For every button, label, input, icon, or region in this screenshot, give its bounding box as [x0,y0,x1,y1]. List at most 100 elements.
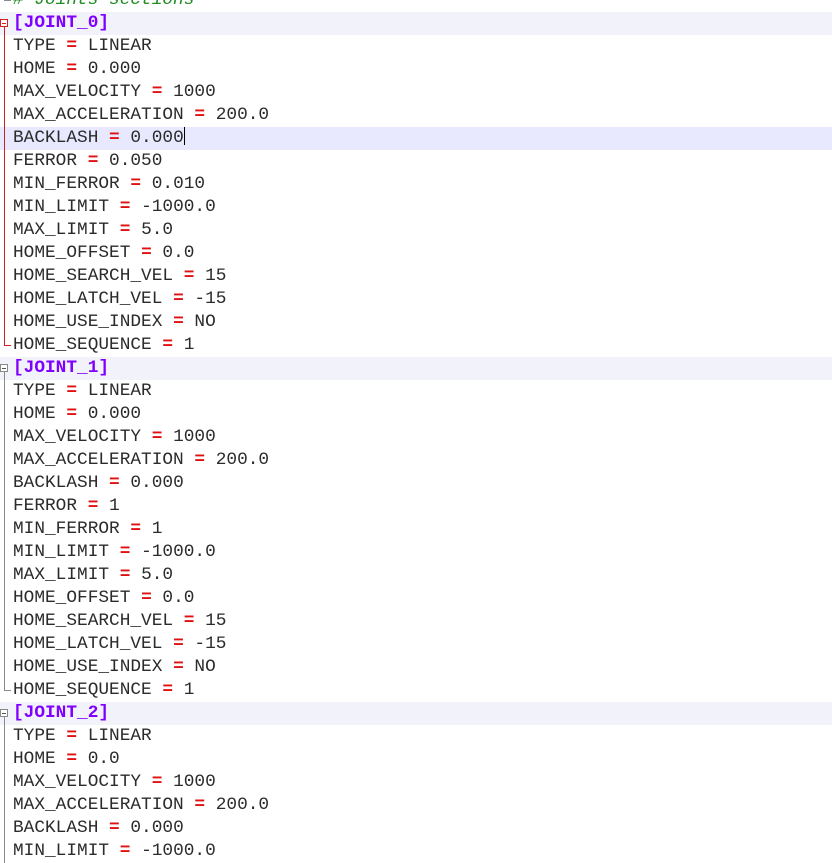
key-value-line[interactable]: HOME_SEQUENCE = 1 [0,679,832,702]
equals-operator: = [66,404,78,424]
key-value-line[interactable]: TYPE = LINEAR [0,725,832,748]
fold-toggle-icon[interactable] [0,702,12,725]
key-value-line[interactable]: MAX_VELOCITY = 1000 [0,771,832,794]
key-value-line[interactable]: MAX_VELOCITY = 1000 [0,81,832,104]
setting-value: 0.000 [87,404,142,424]
key-value-line[interactable]: MAX_LIMIT = 5.0 [0,219,832,242]
setting-key: HOME_SEARCH_VEL [13,266,174,286]
key-value-line[interactable]: MIN_LIMIT = -1000.0 [0,541,832,564]
key-value-line[interactable]: HOME_SEARCH_VEL = 15 [0,265,832,288]
key-value-line[interactable]: FERROR = 1 [0,495,832,518]
equals-operator: = [173,634,184,654]
key-value-line[interactable]: HOME_OFFSET = 0.0 [0,242,832,265]
equals-operator: = [162,680,174,700]
key-value-line[interactable]: HOME_SEARCH_VEL = 15 [0,610,832,633]
fold-toggle-icon[interactable] [0,12,12,35]
fold-guide [0,679,12,702]
setting-key: TYPE [13,726,56,746]
fold-toggle-icon[interactable] [0,357,12,380]
setting-key: HOME [13,59,56,79]
section-header: [JOINT_1] [13,358,110,378]
fold-guide [0,633,12,656]
fold-guide [0,587,12,610]
key-value-line[interactable]: HOME_USE_INDEX = NO [0,656,832,679]
setting-key: MAX_VELOCITY [13,772,142,792]
setting-key: MAX_ACCELERATION [13,105,184,125]
section-header-line[interactable]: [JOINT_2] [0,702,832,725]
setting-value: 1000 [173,772,216,792]
key-value-line[interactable]: HOME = 0.000 [0,403,832,426]
equals-operator: = [173,657,184,677]
setting-value: 15 [205,266,227,286]
setting-value: -1000.0 [141,197,216,217]
key-value-line[interactable]: MAX_VELOCITY = 1000 [0,426,832,449]
setting-key: HOME_SEQUENCE [13,680,152,700]
key-value-line[interactable]: MIN_FERROR = 0.010 [0,173,832,196]
key-value-line[interactable]: BACKLASH = 0.000 [0,817,832,840]
key-value-line[interactable]: MIN_LIMIT = -1000.0 [0,840,832,863]
setting-key: MAX_ACCELERATION [13,450,184,470]
fold-guide [0,771,12,794]
equals-operator: = [109,473,120,493]
key-value-line[interactable]: MAX_ACCELERATION = 200.0 [0,104,832,127]
key-value-line[interactable]: HOME_SEQUENCE = 1 [0,334,832,357]
key-value-line[interactable]: FERROR = 0.050 [0,150,832,173]
key-value-line[interactable]: HOME = 0.000 [0,58,832,81]
setting-value: LINEAR [87,726,152,746]
equals-operator: = [130,174,142,194]
fold-guide [0,219,12,242]
key-value-line[interactable]: MIN_FERROR = 1 [0,518,832,541]
setting-value: 1000 [173,82,216,102]
fold-guide [0,725,12,748]
setting-value: 0.000 [130,128,184,148]
key-value-line[interactable]: HOME_OFFSET = 0.0 [0,587,832,610]
key-value-line[interactable]: MAX_ACCELERATION = 200.0 [0,794,832,817]
section-header-line[interactable]: [JOINT_0] [0,12,832,35]
setting-key: MAX_ACCELERATION [13,795,184,815]
comment-line[interactable]: # Joints sections ------------- [0,0,832,12]
section-header: [JOINT_2] [13,703,110,723]
setting-value: 200.0 [215,105,270,125]
fold-guide [0,58,12,81]
setting-key: HOME_LATCH_VEL [13,634,163,654]
key-value-line[interactable]: BACKLASH = 0.000 [0,472,832,495]
key-value-line[interactable]: MAX_ACCELERATION = 200.0 [0,449,832,472]
equals-operator: = [141,588,152,608]
setting-value: LINEAR [87,36,152,56]
equals-operator: = [109,128,120,148]
setting-key: MIN_LIMIT [13,841,110,861]
setting-value: 5.0 [141,220,174,240]
setting-value: 0.000 [87,59,142,79]
setting-key: BACKLASH [13,818,99,838]
fold-guide [0,748,12,771]
equals-operator: = [119,197,131,217]
equals-operator: = [130,519,142,539]
key-value-line[interactable]: HOME = 0.0 [0,748,832,771]
key-value-line[interactable]: TYPE = LINEAR [0,35,832,58]
setting-value: 0.0 [162,588,195,608]
section-header-line[interactable]: [JOINT_1] [0,357,832,380]
key-value-line[interactable]: MIN_LIMIT = -1000.0 [0,196,832,219]
text-caret [183,127,185,145]
code-editor[interactable]: # Joints sections ------------- [JOINT_0… [0,0,832,863]
setting-value: 0.0 [162,243,195,263]
equals-operator: = [151,772,163,792]
fold-guide [0,426,12,449]
fold-guide [0,127,12,150]
setting-key: FERROR [13,496,78,516]
setting-key: HOME_USE_INDEX [13,312,163,332]
setting-value: 200.0 [215,795,270,815]
key-value-line[interactable]: HOME_LATCH_VEL = -15 [0,633,832,656]
setting-value: 0.0 [87,749,120,769]
setting-value: -15 [194,289,227,309]
key-value-line[interactable]: MAX_LIMIT = 5.0 [0,564,832,587]
equals-operator: = [141,243,152,263]
fold-guide [0,173,12,196]
key-value-line[interactable]: TYPE = LINEAR [0,380,832,403]
setting-key: HOME_LATCH_VEL [13,289,163,309]
key-value-line[interactable]: BACKLASH = 0.000 [0,127,832,150]
section-header: [JOINT_0] [13,13,110,33]
equals-operator: = [183,611,195,631]
key-value-line[interactable]: HOME_LATCH_VEL = -15 [0,288,832,311]
key-value-line[interactable]: HOME_USE_INDEX = NO [0,311,832,334]
